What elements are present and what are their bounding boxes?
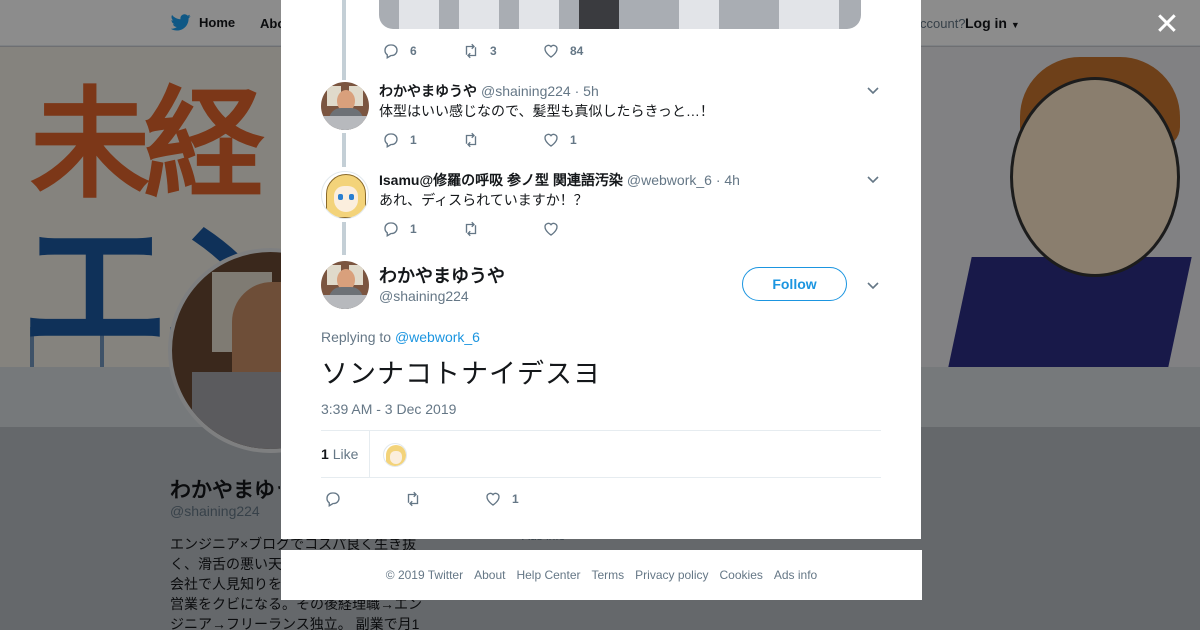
footer-link-ads[interactable]: Ads info — [774, 568, 817, 582]
tweet-time[interactable]: · 4h — [716, 172, 740, 188]
reply-count: 6 — [410, 44, 417, 58]
follow-button[interactable]: Follow — [742, 267, 847, 301]
tweet-header: わかやまゆうや @shaining224 · 5h — [379, 81, 599, 101]
tweet-actions: 1 — [382, 219, 622, 239]
tweet-modal: 6 3 84 わかやまゆうや @shaining224 · 5h 体型はいい感じな… — [281, 0, 921, 539]
retweet-icon — [465, 43, 477, 59]
like-count: 1 — [512, 492, 519, 506]
heart-icon — [544, 44, 558, 58]
tweet-time[interactable]: · 5h — [575, 83, 599, 99]
reply-icon — [384, 133, 398, 148]
author-handle[interactable]: @webwork_6 — [627, 172, 712, 188]
author-handle[interactable]: @shaining224 — [481, 83, 571, 99]
photo-detail — [579, 0, 619, 29]
thread-line — [342, 133, 346, 167]
photo-detail — [459, 0, 499, 29]
like-stat[interactable]: 1 Like — [321, 446, 358, 462]
heart-icon — [544, 133, 558, 147]
footer-link-help[interactable]: Help Center — [516, 568, 580, 582]
like-stat-label: Like — [332, 446, 359, 462]
thread-line — [342, 222, 346, 255]
like-count: 1 — [570, 133, 577, 147]
tweet-text: ソンナコトナイデスヨ — [321, 359, 601, 390]
like-stat-count: 1 — [321, 446, 329, 462]
retweet-icon — [465, 221, 477, 237]
tweet-actions: 1 — [324, 489, 564, 509]
avatar[interactable] — [321, 261, 369, 309]
retweet-button[interactable]: 3 — [462, 41, 542, 61]
like-button[interactable] — [542, 219, 622, 239]
reply-button[interactable]: 6 — [382, 41, 462, 61]
photo-detail — [679, 0, 719, 29]
retweet-button[interactable] — [404, 489, 484, 509]
replying-prefix: Replying to — [321, 329, 395, 345]
liker-avatar[interactable] — [383, 443, 407, 467]
footer-copyright: © 2019 Twitter — [385, 568, 464, 582]
chevron-down-icon[interactable] — [865, 171, 881, 187]
like-count: 84 — [570, 44, 584, 58]
photo-detail — [779, 0, 839, 29]
retweet-button[interactable] — [462, 219, 542, 239]
footer-link-privacy[interactable]: Privacy policy — [635, 568, 708, 582]
retweet-icon — [407, 491, 419, 507]
like-button[interactable]: 1 — [542, 130, 622, 150]
photo-detail — [519, 0, 559, 29]
author-name[interactable]: Isamu@修羅の呼吸 参ノ型 関連語汚染 — [379, 172, 623, 188]
tweet-actions: 1 1 — [382, 130, 622, 150]
tweet-stats: 1 Like — [321, 430, 881, 478]
close-icon[interactable]: ✕ — [1153, 10, 1181, 40]
retweet-count: 3 — [490, 44, 497, 58]
heart-icon — [544, 222, 558, 236]
retweet-icon — [465, 132, 477, 148]
tweet-text: 体型はいい感じなので、髪型も真似したらきっと…！ — [379, 103, 714, 119]
tweet-text: あれ、ディスられていますか！？ — [379, 192, 588, 208]
heart-icon — [486, 492, 500, 506]
avatar-detail — [323, 116, 367, 130]
footer-link-cookies[interactable]: Cookies — [720, 568, 763, 582]
tweet-photo[interactable] — [379, 0, 861, 29]
reply-icon — [384, 44, 398, 59]
avatar-detail — [323, 295, 367, 309]
replying-to: Replying to @webwork_6 — [321, 329, 480, 345]
avatar-detail — [338, 194, 343, 200]
reply-button[interactable] — [324, 489, 404, 509]
photo-detail — [399, 0, 439, 29]
reply-button[interactable]: 1 — [382, 130, 462, 150]
reply-icon — [384, 222, 398, 237]
thread-line — [342, 0, 346, 80]
like-button[interactable]: 84 — [542, 41, 622, 61]
chevron-down-icon[interactable] — [865, 82, 881, 98]
reply-icon — [326, 492, 340, 507]
tweet-actions: 6 3 84 — [382, 41, 622, 61]
author-name[interactable]: わかやまゆうや — [379, 83, 477, 99]
reply-button[interactable]: 1 — [382, 219, 462, 239]
tweet-header: Isamu@修羅の呼吸 参ノ型 関連語汚染 @webwork_6 · 4h — [379, 170, 740, 190]
avatar[interactable] — [321, 171, 369, 219]
author-name[interactable]: わかやまゆうや — [379, 262, 505, 288]
stats-divider — [369, 431, 370, 478]
reply-count: 1 — [410, 222, 417, 236]
footer-link-about[interactable]: About — [474, 568, 505, 582]
author-handle[interactable]: @shaining224 — [379, 288, 469, 304]
retweet-button[interactable] — [462, 130, 542, 150]
modal-footer: © 2019 Twitter About Help Center Terms P… — [281, 550, 922, 600]
avatar[interactable] — [321, 82, 369, 130]
tweet-timestamp[interactable]: 3:39 AM - 3 Dec 2019 — [321, 401, 456, 417]
replying-to-link[interactable]: @webwork_6 — [395, 329, 480, 345]
like-button[interactable]: 1 — [484, 489, 564, 509]
avatar-detail — [349, 194, 354, 200]
chevron-down-icon[interactable] — [865, 277, 881, 293]
footer-link-terms[interactable]: Terms — [591, 568, 624, 582]
reply-count: 1 — [410, 133, 417, 147]
avatar-detail — [390, 451, 402, 464]
